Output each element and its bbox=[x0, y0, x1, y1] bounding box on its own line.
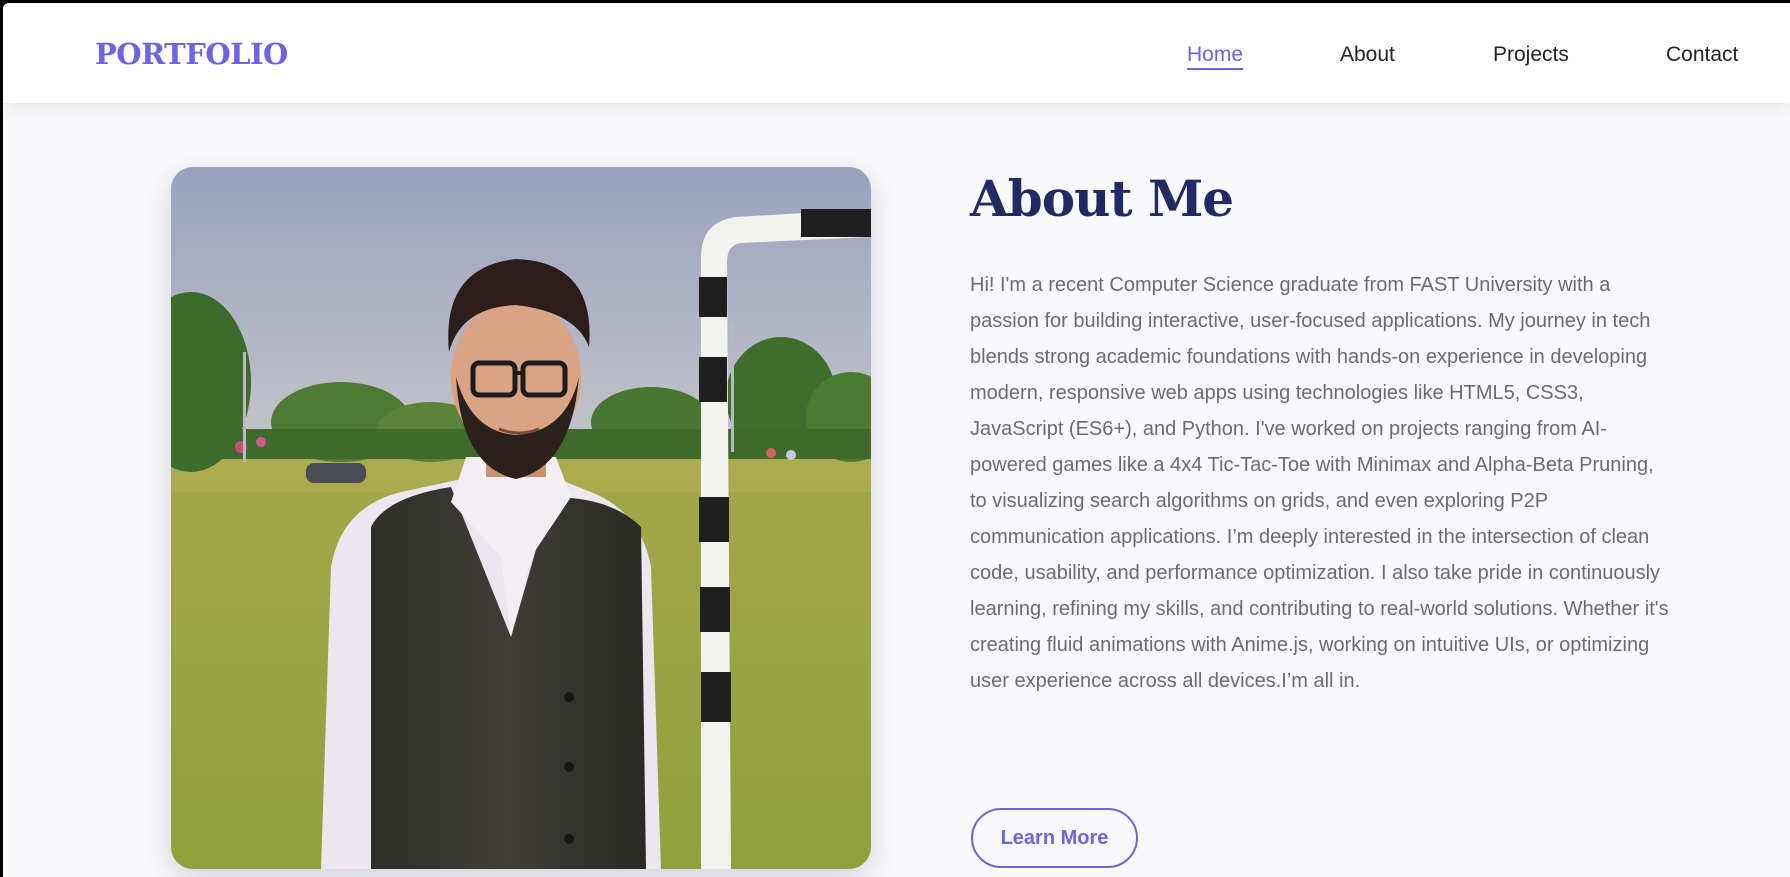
profile-photo-illustration bbox=[171, 167, 871, 869]
learn-more-button[interactable]: Learn More bbox=[971, 808, 1138, 868]
browser-viewport: PORTFOLIO Home About Projects Contact Ab… bbox=[3, 3, 1790, 877]
profile-photo bbox=[171, 167, 871, 869]
about-description: Hi! I'm a recent Computer Science gradua… bbox=[970, 274, 1669, 692]
nav-link-about[interactable]: About bbox=[1340, 43, 1395, 67]
navbar: PORTFOLIO Home About Projects Contact bbox=[3, 3, 1790, 103]
nav-link-contact[interactable]: Contact bbox=[1666, 43, 1738, 67]
nav-link-home[interactable]: Home bbox=[1187, 43, 1244, 70]
about-title: About Me bbox=[970, 169, 1234, 228]
site-logo[interactable]: PORTFOLIO bbox=[95, 37, 288, 71]
nav-link-projects[interactable]: Projects bbox=[1493, 43, 1569, 67]
